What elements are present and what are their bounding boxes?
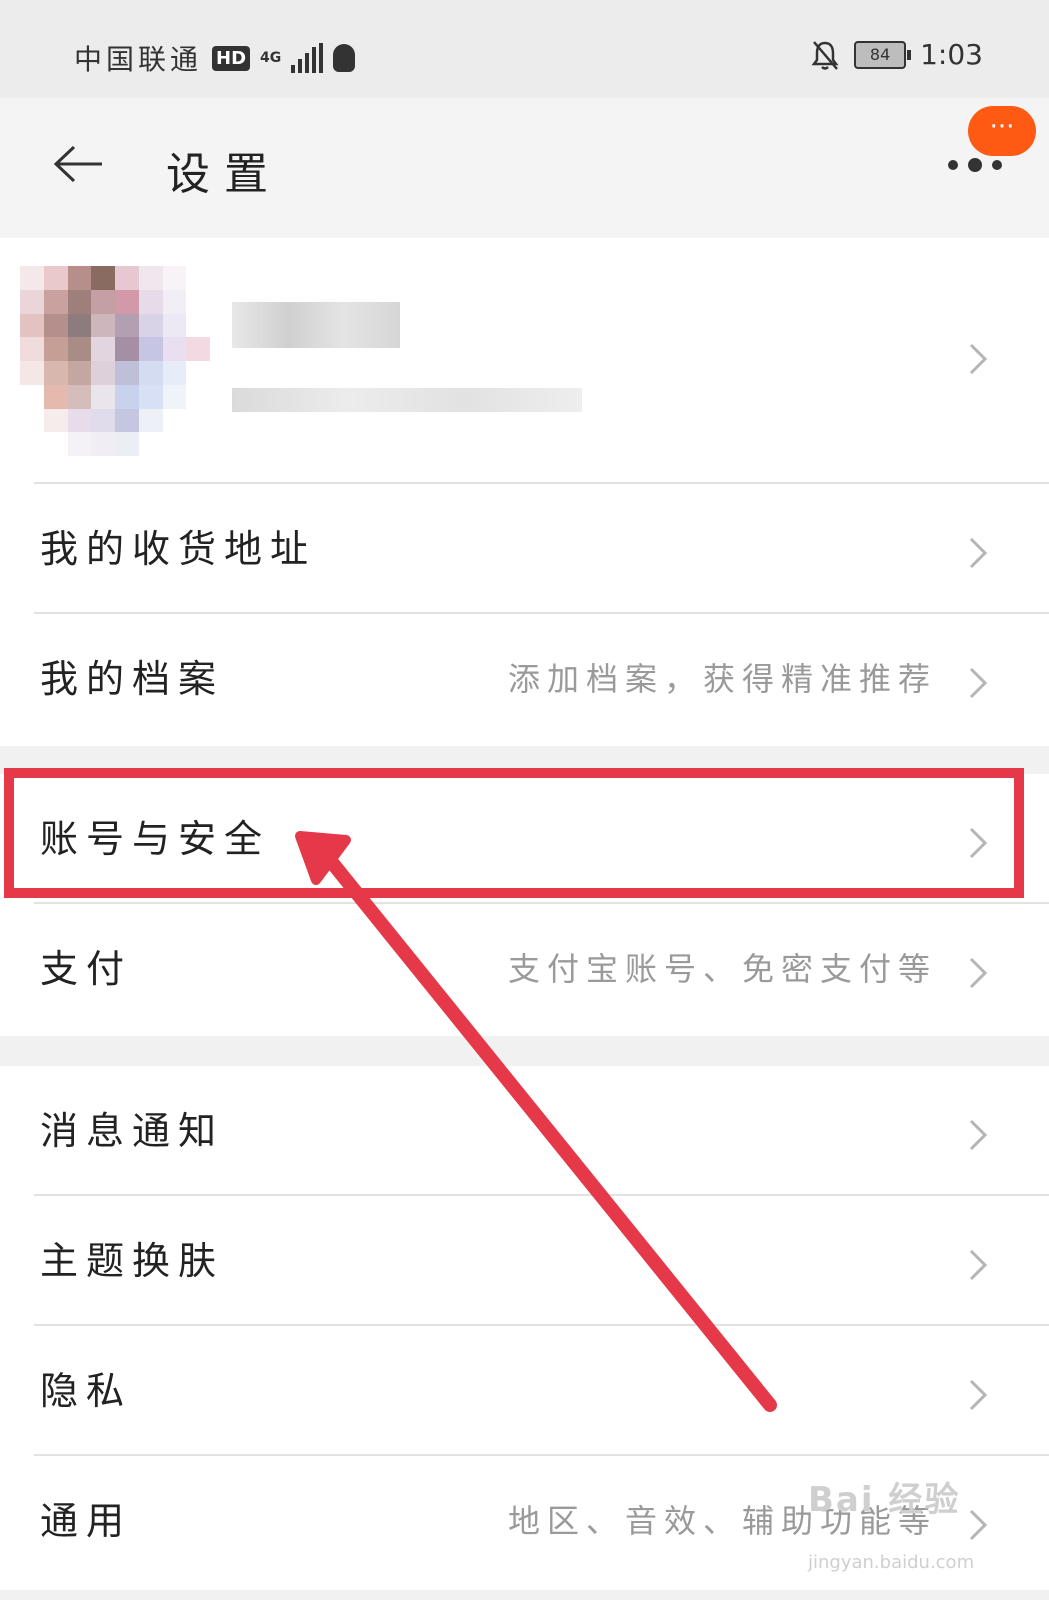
watermark-url: jingyan.baidu.com [808, 1552, 975, 1573]
annotation-arrow-icon [295, 831, 777, 1412]
watermark-logo: Bai 经验 [808, 1480, 961, 1520]
